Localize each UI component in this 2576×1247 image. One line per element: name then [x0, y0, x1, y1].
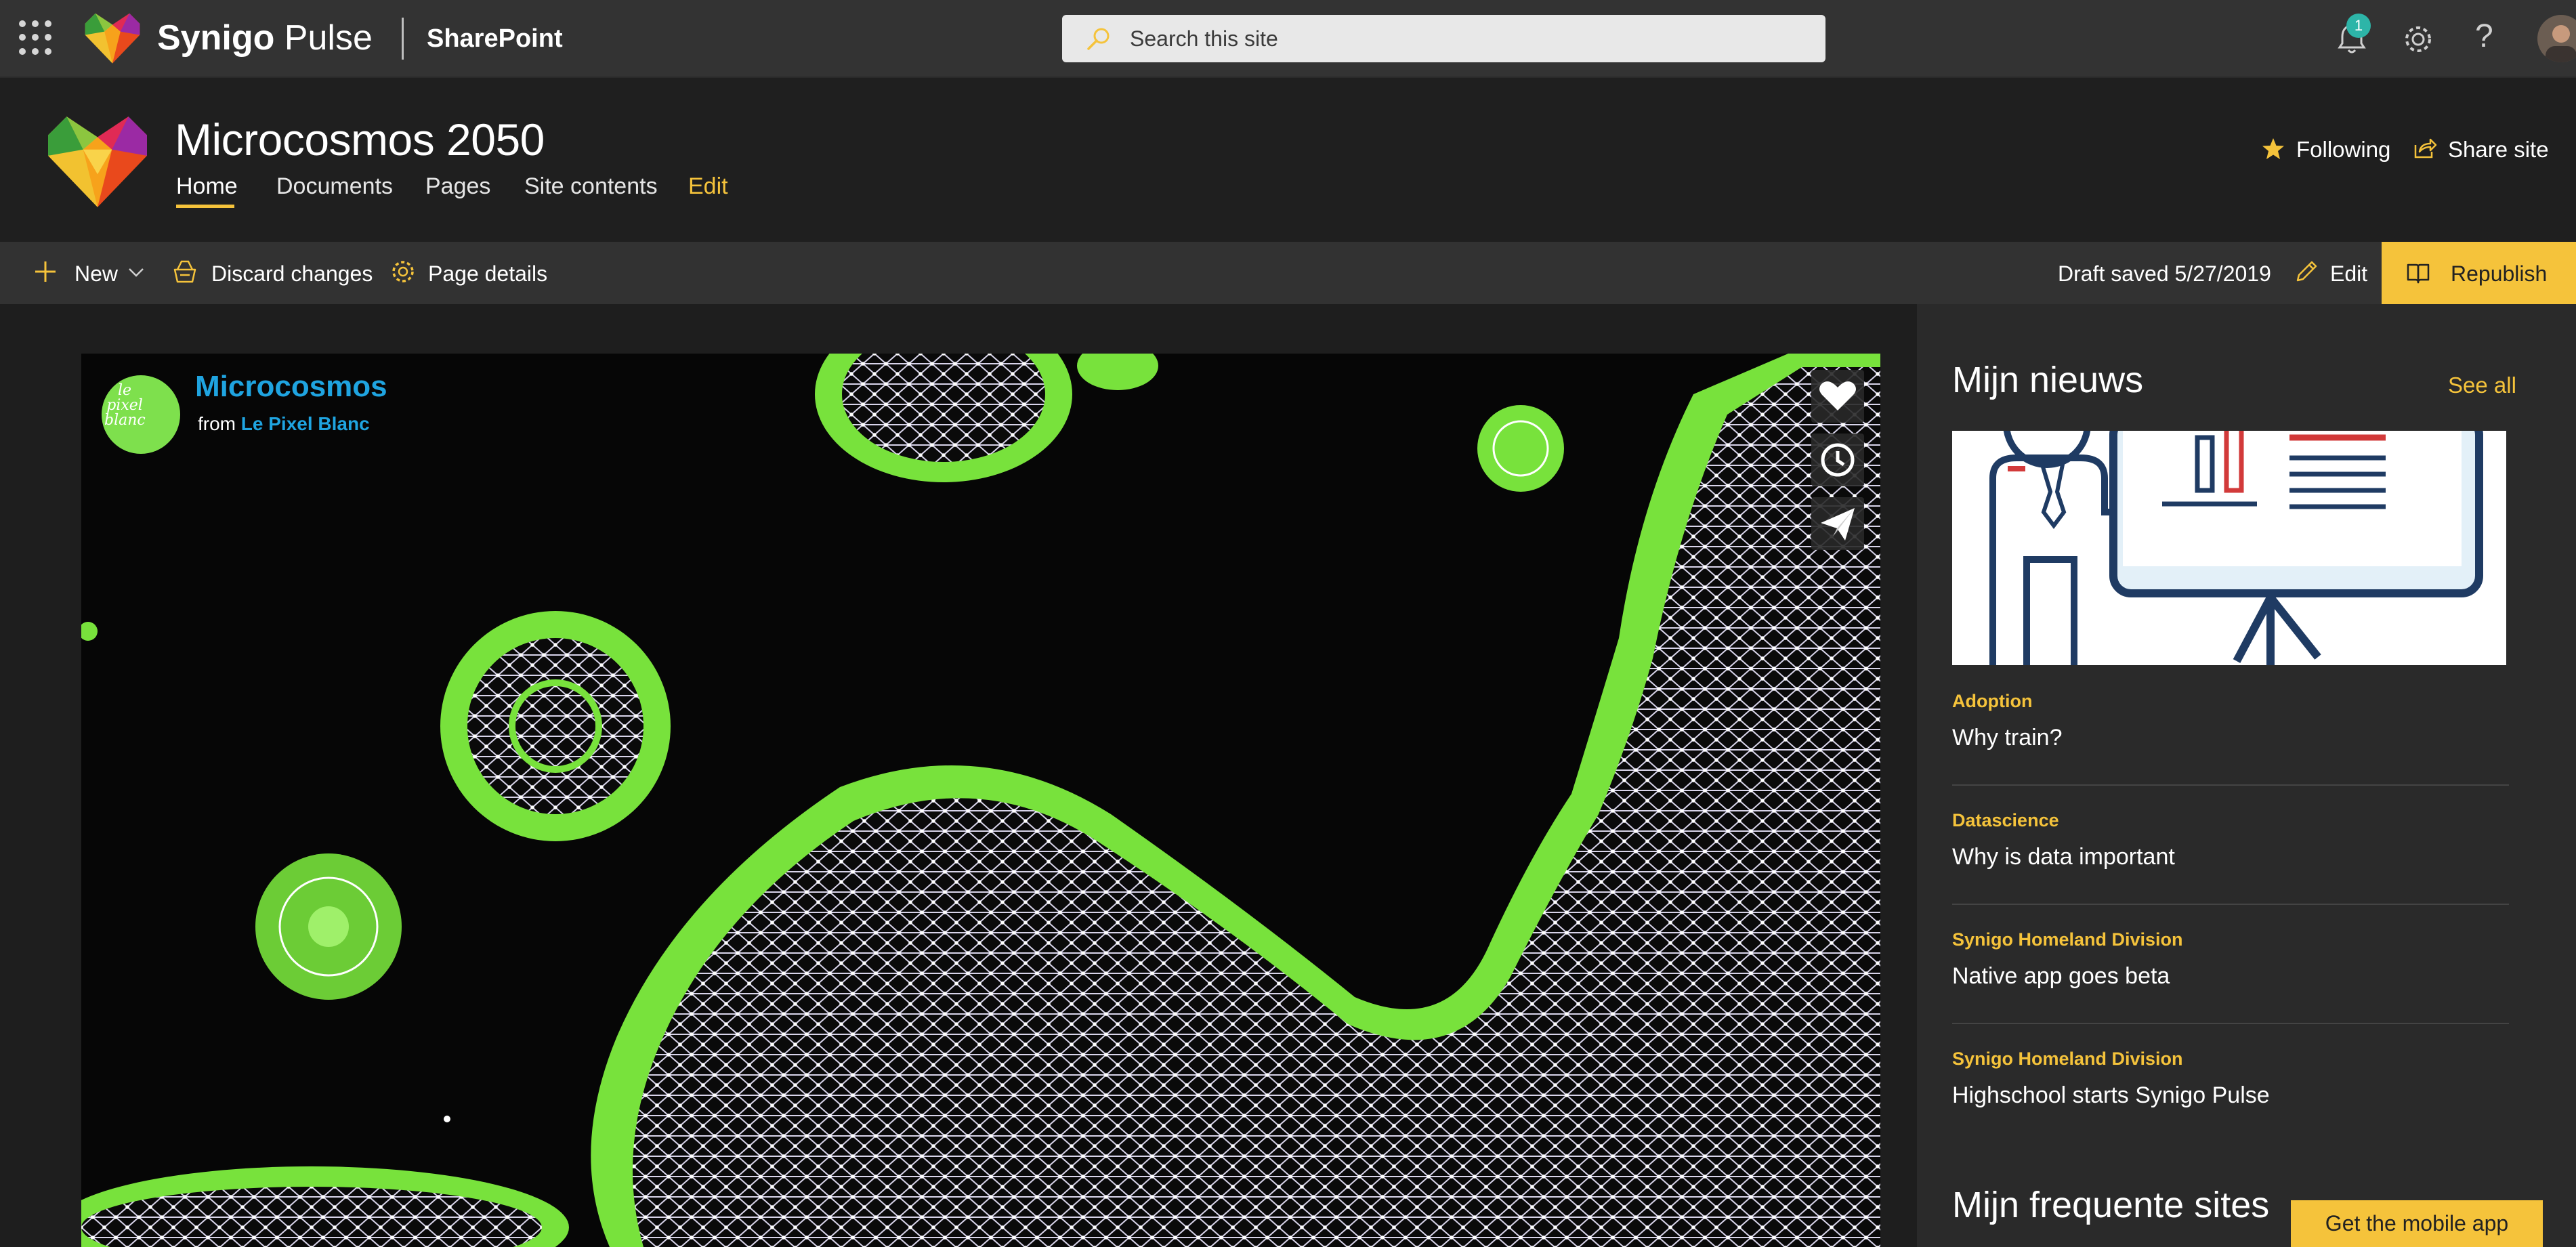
news-category: Synigo Homeland Division	[1952, 1049, 2183, 1069]
search-input[interactable]	[1130, 15, 1794, 62]
news-category: Synigo Homeland Division	[1952, 929, 2183, 950]
republish-button[interactable]: Republish	[2382, 242, 2576, 304]
news-item-title[interactable]: Why train?	[1952, 725, 2063, 751]
nav-active-indicator	[176, 205, 234, 208]
republish-icon	[2407, 263, 2430, 284]
presentation-illustration	[1952, 431, 2506, 665]
share-video-button[interactable]	[1811, 497, 1864, 550]
search-icon	[1087, 28, 1110, 50]
nav-documents[interactable]: Documents	[276, 173, 393, 200]
news-category: Datascience	[1952, 810, 2059, 830]
news-divider	[1952, 904, 2509, 905]
nav-site-contents[interactable]: Site contents	[524, 173, 658, 200]
edit-icon[interactable]	[2294, 259, 2319, 284]
discard-changes-button[interactable]: Discard changes	[211, 261, 373, 287]
news-item-title[interactable]: Native app goes beta	[1952, 963, 2170, 990]
site-logo[interactable]	[46, 110, 149, 210]
nav-home[interactable]: Home	[176, 173, 238, 200]
brand-name[interactable]: Synigo Pulse	[157, 18, 373, 58]
news-category: Adoption	[1952, 691, 2033, 711]
edit-button[interactable]: Edit	[2330, 261, 2367, 287]
news-divider	[1952, 1023, 2509, 1024]
nav-pages[interactable]: Pages	[425, 173, 490, 200]
video-byline: from Le Pixel Blanc	[198, 413, 370, 434]
discard-icon[interactable]	[172, 259, 198, 284]
notification-badge: 1	[2346, 14, 2371, 38]
video-author-link[interactable]: Le Pixel Blanc	[241, 413, 370, 434]
get-mobile-app-button[interactable]: Get the mobile app	[2291, 1200, 2543, 1247]
chevron-down-icon[interactable]	[127, 266, 145, 279]
page-details-button[interactable]: Page details	[428, 261, 547, 287]
news-item-title[interactable]: Highschool starts Synigo Pulse	[1952, 1082, 2270, 1109]
new-button[interactable]: New	[75, 261, 118, 287]
see-all-link[interactable]: See all	[2448, 373, 2516, 398]
star-icon[interactable]	[2261, 137, 2285, 161]
suite-divider	[402, 18, 404, 60]
page-details-icon[interactable]	[390, 259, 416, 284]
video-player[interactable]: le pixel blanc Microcosmos from Le Pixel…	[81, 354, 1880, 1247]
video-title[interactable]: Microcosmos	[195, 370, 387, 404]
news-item-title[interactable]: Why is data important	[1952, 844, 2175, 870]
heart-icon	[1819, 381, 1856, 410]
microcosmos-video-frame	[81, 354, 1880, 1247]
news-divider	[1952, 784, 2509, 786]
gear-icon[interactable]	[2401, 22, 2436, 57]
help-icon[interactable]: ?	[2475, 18, 2493, 55]
draft-status: Draft saved 5/27/2019	[2058, 261, 2271, 286]
nav-edit[interactable]: Edit	[688, 173, 728, 200]
search-box[interactable]	[1062, 15, 1825, 62]
republish-label: Republish	[2451, 261, 2548, 286]
waffle-icon[interactable]	[19, 20, 54, 56]
frequent-sites-title: Mijn frequente sites	[1952, 1185, 2270, 1225]
like-button[interactable]	[1811, 370, 1864, 423]
send-icon	[1821, 508, 1855, 541]
channel-logo-text: le pixel blanc	[104, 382, 146, 429]
app-name[interactable]: SharePoint	[427, 24, 563, 54]
share-site-button[interactable]: Share site	[2448, 137, 2549, 163]
following-button[interactable]: Following	[2296, 137, 2390, 163]
brand-logo[interactable]	[84, 11, 141, 64]
news-section-title: Mijn nieuws	[1952, 360, 2144, 400]
watch-later-button[interactable]	[1811, 434, 1864, 486]
clock-icon	[1821, 443, 1855, 477]
site-title[interactable]: Microcosmos 2050	[175, 114, 545, 165]
news-thumbnail[interactable]	[1952, 431, 2506, 665]
plus-icon[interactable]	[34, 260, 57, 283]
share-icon[interactable]	[2413, 135, 2437, 160]
